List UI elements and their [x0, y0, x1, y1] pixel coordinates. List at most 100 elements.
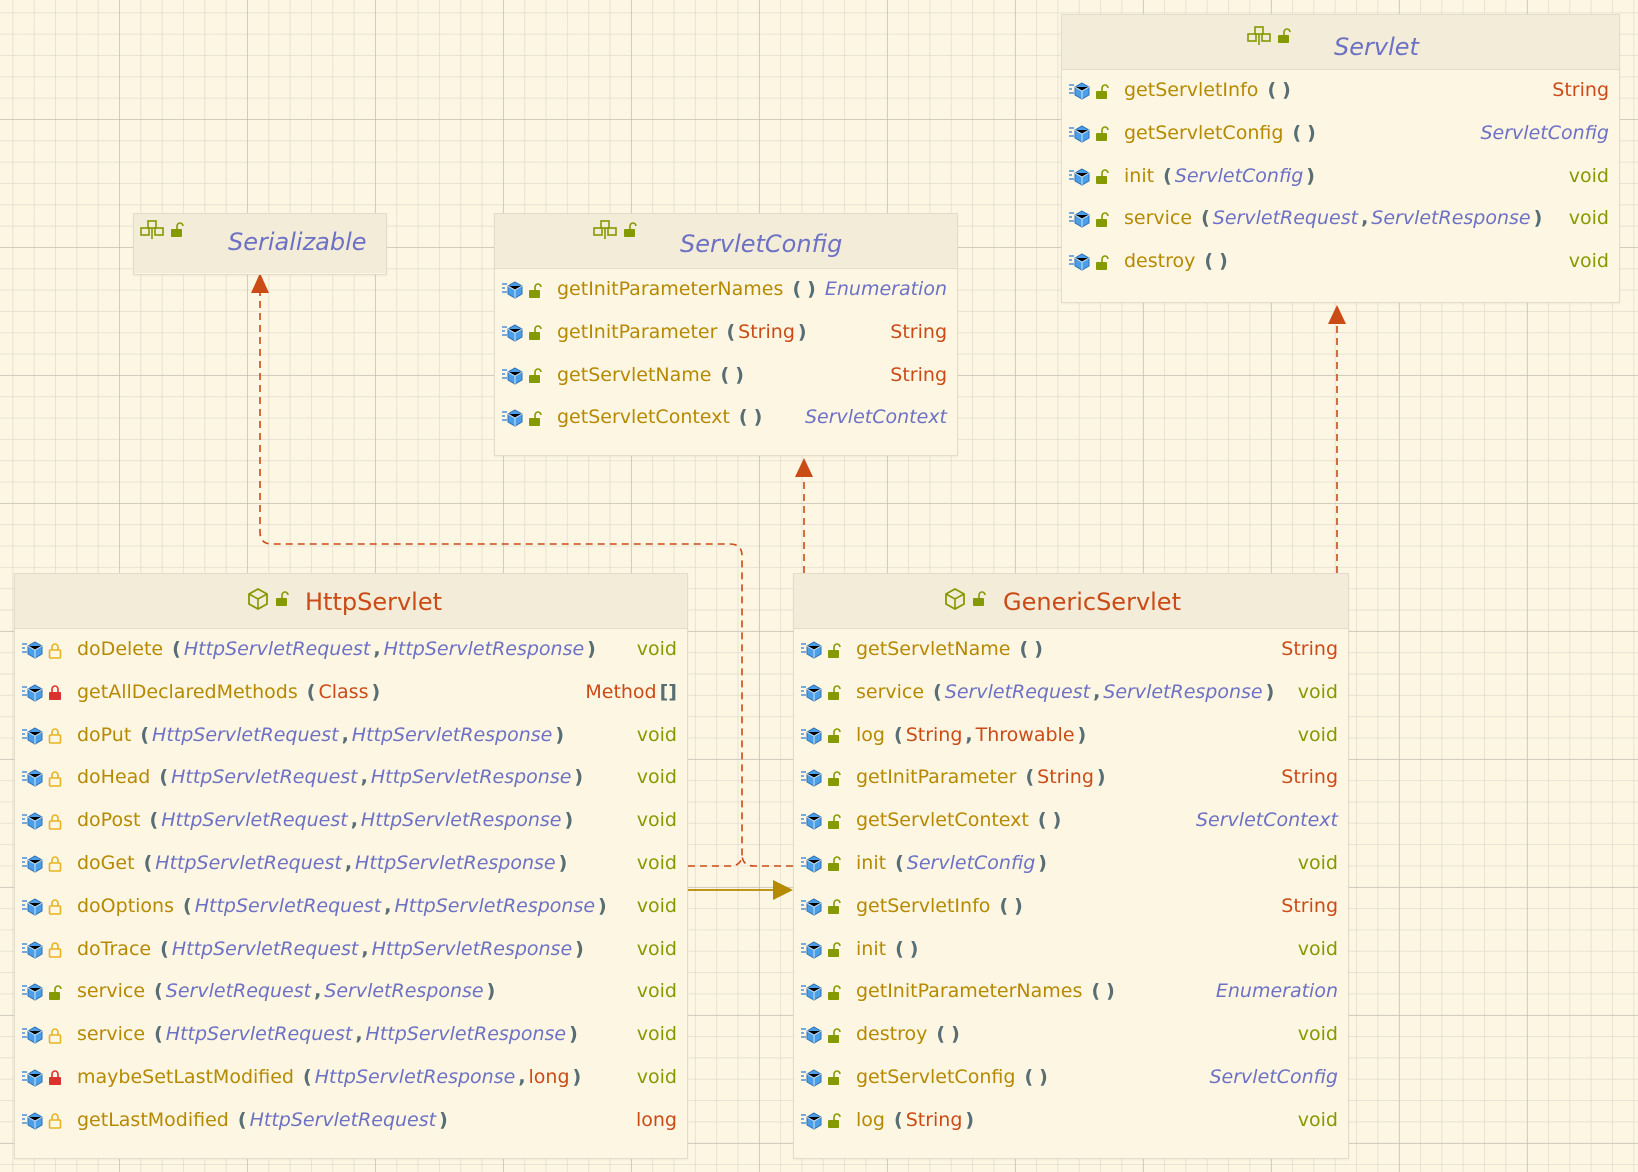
method-icons [800, 769, 841, 792]
servletconfig-method-getInitParameter[interactable]: getInitParameter (String) String [495, 312, 957, 355]
method-icon [1068, 125, 1090, 148]
method-icon [1068, 210, 1090, 233]
param-type: HttpServletRequest [171, 937, 359, 960]
paren: ( [1019, 638, 1029, 660]
servlet-method-destroy[interactable]: destroy () void [1062, 241, 1619, 284]
httpservlet-method-service[interactable]: service (ServletRequest, ServletResponse)… [15, 971, 687, 1014]
httpservlet-method-doTrace[interactable]: doTrace (HttpServletRequest, HttpServletR… [15, 929, 687, 972]
httpservlet-method-maybeSetLastModified[interactable]: maybeSetLastModified (HttpServletRespons… [15, 1057, 687, 1100]
servlet-method-getServletInfo[interactable]: getServletInfo () String [1062, 70, 1619, 113]
servlet-interface[interactable]: Servlet getServletInfo () String getServl… [1061, 14, 1620, 303]
unlock-icon [275, 591, 289, 611]
method-icon [800, 898, 822, 921]
servlet-header: Servlet [1062, 15, 1619, 70]
paren: ( [154, 1023, 163, 1046]
httpservlet-method-doPost[interactable]: doPost (HttpServletRequest, HttpServletRe… [15, 800, 687, 843]
method-name: doPost [77, 809, 141, 832]
method-icon [800, 641, 822, 664]
return-type: String [1281, 766, 1338, 789]
genericservlet-method-service[interactable]: service (ServletRequest, ServletResponse)… [794, 672, 1348, 715]
param-type: ServletRequest [165, 980, 312, 1003]
method-icon [1068, 82, 1090, 105]
serializable-title: Serializable [228, 228, 367, 256]
paren: ( [895, 937, 904, 960]
genericservlet-method-log[interactable]: log (String, Throwable) void [794, 715, 1348, 758]
servletconfig-interface[interactable]: ServletConfig getInitParameterNames () En… [494, 213, 958, 456]
method-return: String [1552, 79, 1609, 101]
method-icon [800, 941, 822, 964]
class-icon [247, 587, 269, 614]
serializable-interface[interactable]: Serializable [133, 213, 387, 275]
genericservlet-class[interactable]: GenericServlet getServletName () String s… [793, 573, 1349, 1159]
return-type: void [1297, 723, 1338, 746]
method-name: doDelete [77, 638, 164, 660]
method-icons [21, 1069, 62, 1092]
class-icons [247, 587, 289, 614]
genericservlet-method-getInitParameter[interactable]: getInitParameter (String) String [794, 757, 1348, 800]
return-type: String [1281, 894, 1338, 917]
return-type: void [636, 937, 677, 960]
genericservlet-method-log[interactable]: log (String) void [794, 1100, 1348, 1143]
return-type: String [1281, 638, 1338, 660]
servletconfig-method-getServletName[interactable]: getServletName () String [495, 355, 957, 398]
genericservlet-method-getServletInfo[interactable]: getServletInfo () String [794, 886, 1348, 929]
paren: ) [1038, 851, 1047, 874]
servlet-method-getServletConfig[interactable]: getServletConfig () ServletConfig [1062, 113, 1619, 156]
method-name: getInitParameterNames [856, 980, 1083, 1003]
servlet-method-init[interactable]: init (ServletConfig) void [1062, 156, 1619, 199]
unlock-icon [170, 222, 184, 242]
httpservlet-method-getAllDeclaredMethods[interactable]: getAllDeclaredMethods (Class) Method[] [15, 672, 687, 715]
httpservlet-method-doHead[interactable]: doHead (HttpServletRequest, HttpServletRe… [15, 757, 687, 800]
paren: ) [1533, 207, 1543, 230]
paren: ) [735, 363, 744, 386]
method-return: void [637, 895, 677, 917]
param-type: HttpServletResponse [365, 1023, 567, 1046]
param-type: HttpServletRequest [171, 766, 358, 789]
httpservlet-method-doOptions[interactable]: doOptions (HttpServletRequest, HttpServle… [15, 886, 687, 929]
paren: ) [909, 937, 919, 960]
comma: , [384, 894, 392, 917]
method-signature: getInitParameterNames () [557, 278, 819, 300]
param-type: HttpServletRequest [155, 851, 342, 874]
method-icons [1068, 82, 1109, 105]
paren: ( [894, 1108, 903, 1131]
method-return: String [1281, 638, 1338, 660]
genericservlet-method-getServletConfig[interactable]: getServletConfig () ServletConfig [794, 1057, 1348, 1100]
param-type: Throwable [975, 723, 1075, 746]
method-signature: destroy () [1124, 250, 1231, 272]
servletconfig-method-getInitParameterNames[interactable]: getInitParameterNames () Enumeration [495, 269, 957, 312]
method-return: void [637, 724, 677, 746]
method-return: void [1298, 938, 1338, 960]
return-type: void [1568, 250, 1609, 273]
method-name: service [77, 980, 146, 1003]
unlock-icon [1095, 83, 1109, 105]
paren: ) [1282, 79, 1291, 101]
genericservlet-method-getServletContext[interactable]: getServletContext () ServletContext [794, 800, 1348, 843]
class-icons [944, 587, 986, 614]
method-icon [1068, 168, 1090, 191]
httpservlet-method-service[interactable]: service (HttpServletRequest, HttpServletR… [15, 1014, 687, 1057]
return-type: void [1297, 1108, 1338, 1131]
method-return: void [637, 1023, 677, 1045]
servlet-method-service[interactable]: service (ServletRequest, ServletResponse)… [1062, 198, 1619, 241]
genericservlet-method-init[interactable]: init (ServletConfig) void [794, 843, 1348, 886]
method-return: Method[] [585, 681, 677, 703]
httpservlet-class[interactable]: HttpServlet doDelete (HttpServletRequest… [14, 573, 688, 1159]
genericservlet-method-init[interactable]: init () void [794, 929, 1348, 972]
param-type: HttpServletRequest [152, 723, 339, 746]
method-icon [800, 855, 822, 878]
genericservlet-method-destroy[interactable]: destroy () void [794, 1014, 1348, 1057]
httpservlet-method-doDelete[interactable]: doDelete (HttpServletRequest, HttpServlet… [15, 629, 687, 672]
httpservlet-method-doPut[interactable]: doPut (HttpServletRequest, HttpServletRes… [15, 715, 687, 758]
paren: ) [965, 1108, 975, 1131]
paren: ( [183, 894, 192, 917]
httpservlet-method-getLastModified[interactable]: getLastModified (HttpServletRequest) long [15, 1100, 687, 1143]
genericservlet-method-getInitParameterNames[interactable]: getInitParameterNames () Enumeration [794, 971, 1348, 1014]
servlet-method-list: getServletInfo () String getServletConfig… [1062, 70, 1619, 284]
method-icon [800, 727, 822, 750]
paren: ( [154, 980, 163, 1003]
unlock-icon [827, 770, 841, 792]
genericservlet-method-getServletName[interactable]: getServletName () String [794, 629, 1348, 672]
servletconfig-method-getServletContext[interactable]: getServletContext () ServletContext [495, 397, 957, 440]
httpservlet-method-doGet[interactable]: doGet (HttpServletRequest, HttpServletRes… [15, 843, 687, 886]
